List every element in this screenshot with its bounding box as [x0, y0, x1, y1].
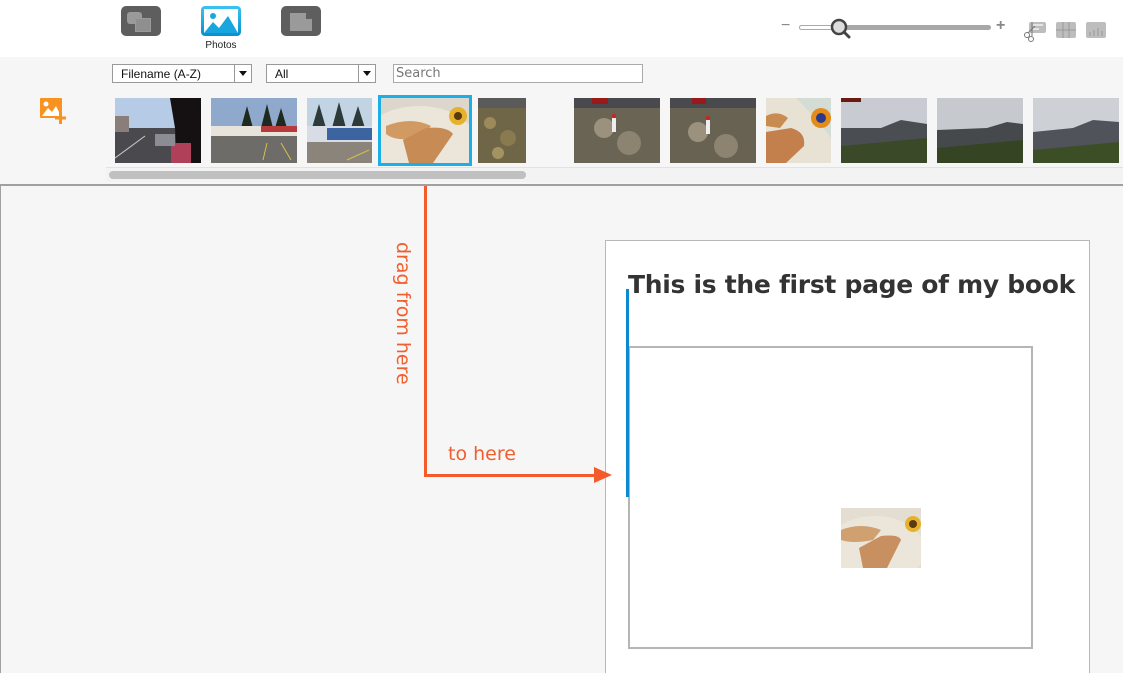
- pages-icon: [281, 6, 321, 36]
- chevron-down-icon: [234, 65, 251, 82]
- photo-thumbnail[interactable]: [307, 98, 372, 163]
- zoom-in-button[interactable]: +: [996, 18, 1005, 34]
- photo-thumbnail[interactable]: [211, 98, 297, 163]
- photo-thumbnail[interactable]: [1033, 98, 1119, 163]
- image-placeholder-frame[interactable]: [628, 346, 1033, 649]
- chevron-down-icon: [358, 65, 375, 82]
- photo-thumbnail[interactable]: [115, 98, 201, 163]
- type-filter-value: All: [275, 67, 289, 81]
- add-photo-icon[interactable]: [40, 98, 68, 124]
- photos-mode-button[interactable]: [201, 6, 241, 36]
- photo-thumbnail[interactable]: [766, 98, 831, 163]
- grid-icon[interactable]: [1056, 22, 1076, 38]
- crop-scissors-icon[interactable]: [1023, 20, 1047, 42]
- annotation-arrow-vertical: [424, 186, 427, 477]
- thumbnail-scrollbar-thumb[interactable]: [109, 171, 526, 179]
- sort-dropdown-value: Filename (A-Z): [121, 67, 202, 81]
- page-title[interactable]: This is the first page of my book: [628, 270, 1075, 299]
- search-input[interactable]: [393, 64, 643, 83]
- photos-mode-label: Photos: [205, 40, 237, 51]
- dragged-photo[interactable]: [841, 508, 921, 568]
- annotation-drop-to: to here: [448, 443, 516, 465]
- drop-indicator: [626, 289, 629, 497]
- annotation-arrow-horizontal: [424, 474, 596, 477]
- app-window: Photos − + Filename (A-Z) All Search Thi…: [0, 0, 1123, 673]
- chart-icon[interactable]: [1086, 22, 1106, 38]
- type-filter-dropdown[interactable]: All: [266, 64, 376, 83]
- layouts-icon: [121, 6, 161, 36]
- photos-icon: [201, 6, 241, 36]
- photo-thumbnail-selected[interactable]: [378, 95, 472, 166]
- layouts-mode-button[interactable]: [121, 6, 161, 36]
- sort-dropdown[interactable]: Filename (A-Z): [112, 64, 252, 83]
- photo-thumbnail[interactable]: [841, 98, 927, 163]
- photo-thumbnail[interactable]: [574, 98, 660, 163]
- photo-thumbnail[interactable]: [478, 98, 526, 163]
- pages-mode-button[interactable]: [281, 6, 321, 36]
- annotation-drag-from: drag from here: [392, 242, 414, 385]
- zoom-out-button[interactable]: −: [781, 18, 790, 34]
- photo-thumbnail[interactable]: [670, 98, 756, 163]
- photo-thumbnail[interactable]: [937, 98, 1023, 163]
- top-toolbar: Photos − +: [0, 0, 1123, 57]
- zoom-slider-handle[interactable]: [830, 18, 852, 40]
- arrowhead-icon: [594, 467, 612, 483]
